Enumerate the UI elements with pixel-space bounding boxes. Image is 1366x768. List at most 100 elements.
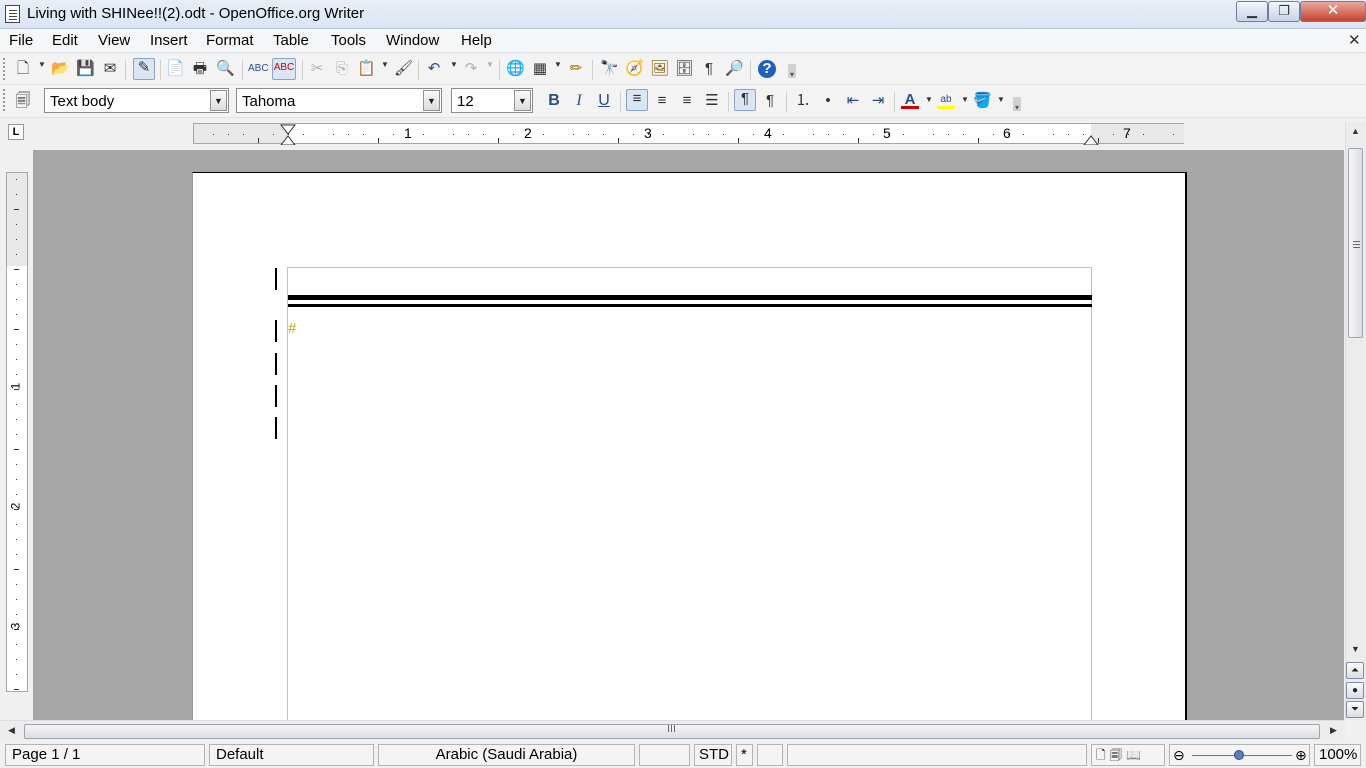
help-icon[interactable]: ?	[758, 60, 776, 78]
italic-button[interactable]: I	[570, 92, 588, 110]
menu-window[interactable]: Window	[386, 32, 439, 49]
chevron-down-icon[interactable]: ▼	[514, 90, 531, 111]
format-paintbrush-icon[interactable]: 🖌	[394, 60, 413, 78]
spellcheck-icon[interactable]: ABC	[248, 60, 269, 78]
data-sources-icon[interactable]: 🗄	[675, 60, 694, 78]
scroll-left-icon[interactable]: ◀	[4, 725, 19, 736]
vertical-ruler[interactable]: 1 2 3	[6, 172, 28, 692]
navigation-icon[interactable]: ●	[1346, 682, 1364, 699]
toolbar-grip[interactable]	[3, 58, 6, 80]
numbering-icon[interactable]: ⒈	[794, 92, 812, 110]
autospellcheck-icon[interactable]: ABC	[272, 58, 296, 80]
page-number-status[interactable]: Page 1 / 1	[5, 744, 205, 766]
scroll-up-icon[interactable]: ▲	[1348, 126, 1363, 136]
font-color-icon[interactable]: A	[901, 91, 919, 109]
gallery-icon[interactable]: 🖼	[650, 60, 669, 78]
align-right-icon[interactable]: ≡	[678, 92, 696, 110]
selection-mode-status[interactable]: STD	[694, 744, 732, 766]
save-icon[interactable]: 💾	[76, 60, 95, 78]
toolbar-grip[interactable]	[3, 89, 6, 111]
page-preview-icon[interactable]: 🔍	[216, 60, 235, 78]
find-replace-icon[interactable]: 🔭	[600, 60, 619, 78]
redo-icon[interactable]: ↷	[462, 60, 480, 78]
highlighting-dropdown-icon[interactable]: ▼	[961, 95, 969, 104]
tab-stop-selector[interactable]: L	[8, 124, 24, 140]
underline-button[interactable]: U	[595, 92, 613, 110]
bullets-icon[interactable]: •	[819, 92, 837, 110]
previous-page-icon[interactable]: ⏶	[1346, 662, 1364, 679]
zoom-in-icon[interactable]: ⊕	[1295, 745, 1307, 765]
font-size-combo[interactable]: 12 ▼	[451, 88, 533, 113]
page-style-status[interactable]: Default	[209, 744, 374, 766]
left-to-right-icon[interactable]: ¶	[734, 89, 756, 111]
menu-table[interactable]: Table	[273, 32, 309, 49]
maximize-button[interactable]: ❐	[1268, 1, 1300, 22]
new-document-icon[interactable]: 🗋	[14, 60, 32, 78]
zoom-slider-handle[interactable]	[1234, 750, 1244, 760]
navigator-icon[interactable]: 🧭	[625, 60, 644, 78]
increase-indent-icon[interactable]: ⇥	[869, 92, 887, 110]
undo-icon[interactable]: ↶	[425, 60, 443, 78]
redo-dropdown-icon[interactable]: ▼	[486, 60, 494, 69]
zoom-out-icon[interactable]: ⊖	[1173, 745, 1185, 765]
open-folder-icon[interactable]: 📂	[51, 60, 70, 78]
show-draw-functions-icon[interactable]: ✏	[567, 60, 585, 78]
zoom-slider[interactable]: ⊖ ⊕	[1169, 744, 1310, 766]
background-color-icon[interactable]: 🪣	[973, 92, 992, 110]
menu-edit[interactable]: Edit	[52, 32, 78, 49]
menu-format[interactable]: Format	[206, 32, 254, 49]
single-page-view-icon[interactable]: 🗋	[1096, 748, 1106, 762]
font-name-combo[interactable]: Tahoma ▼	[236, 88, 442, 113]
menu-tools[interactable]: Tools	[331, 32, 366, 49]
menu-help[interactable]: Help	[461, 32, 492, 49]
edit-file-icon[interactable]: ✎	[133, 58, 155, 80]
zoom-percent-status[interactable]: 100%	[1314, 744, 1361, 766]
document-workspace[interactable]: #	[33, 150, 1344, 720]
chevron-down-icon[interactable]: ▼	[210, 90, 227, 111]
bold-button[interactable]: B	[545, 92, 563, 110]
print-icon[interactable]: 🖶	[191, 60, 209, 78]
minimize-button[interactable]: ▁	[1236, 1, 1268, 22]
scroll-down-icon[interactable]: ▼	[1348, 644, 1363, 654]
scroll-right-icon[interactable]: ▶	[1326, 725, 1341, 736]
hyperlink-icon[interactable]: 🌐	[506, 60, 525, 78]
copy-icon[interactable]: ⎘	[333, 60, 351, 78]
digital-signature-status[interactable]	[757, 744, 783, 766]
paste-dropdown-icon[interactable]: ▼	[381, 60, 389, 69]
menu-view[interactable]: View	[98, 32, 130, 49]
text-area-boundary[interactable]: #	[287, 267, 1092, 720]
insert-mode-status[interactable]	[639, 744, 690, 766]
vertical-scroll-thumb[interactable]	[1348, 148, 1363, 338]
export-pdf-icon[interactable]: 📄	[166, 60, 185, 78]
menu-insert[interactable]: Insert	[150, 32, 188, 49]
decrease-indent-icon[interactable]: ⇤	[844, 92, 862, 110]
justify-icon[interactable]: ☰	[703, 92, 721, 110]
highlighting-icon[interactable]: ab	[937, 91, 955, 109]
language-status[interactable]: Arabic (Saudi Arabia)	[378, 744, 635, 766]
chevron-down-icon[interactable]: ▼	[423, 90, 440, 111]
background-color-dropdown-icon[interactable]: ▼	[997, 95, 1005, 104]
new-dropdown-icon[interactable]: ▼	[38, 60, 46, 69]
document-modified-status[interactable]: *	[736, 744, 753, 766]
menu-file[interactable]: File	[9, 32, 33, 49]
multi-page-view-icon[interactable]: 🗐	[1110, 748, 1122, 762]
vertical-scrollbar[interactable]: ▲ ▼	[1345, 122, 1366, 720]
next-page-icon[interactable]: ⏷	[1346, 701, 1364, 718]
align-left-icon[interactable]: ≡	[626, 89, 648, 111]
horizontal-scrollbar[interactable]: ◀ ▶	[0, 720, 1345, 740]
align-center-icon[interactable]: ≡	[653, 92, 671, 110]
styles-formatting-icon[interactable]: 🗐	[14, 92, 32, 110]
right-to-left-icon[interactable]: ¶	[761, 92, 779, 110]
paste-icon[interactable]: 📋	[357, 60, 376, 78]
toolbar-overflow-icon[interactable]: ▾	[788, 64, 796, 79]
horizontal-ruler[interactable]: 1 2 3 4 5 6 7	[193, 123, 1184, 145]
zoom-icon[interactable]: 🔎	[725, 60, 744, 78]
font-color-dropdown-icon[interactable]: ▼	[925, 95, 933, 104]
email-document-icon[interactable]: ✉	[101, 60, 119, 78]
table-icon[interactable]: ▦	[531, 60, 549, 78]
horizontal-scroll-thumb[interactable]	[24, 724, 1320, 739]
document-page[interactable]: #	[192, 172, 1187, 720]
formatting-marks-icon[interactable]: ¶	[700, 60, 718, 78]
view-layout-status[interactable]: 🗋 🗐 📖	[1091, 744, 1165, 766]
toolbar-overflow-icon[interactable]: ▾	[1013, 97, 1021, 112]
